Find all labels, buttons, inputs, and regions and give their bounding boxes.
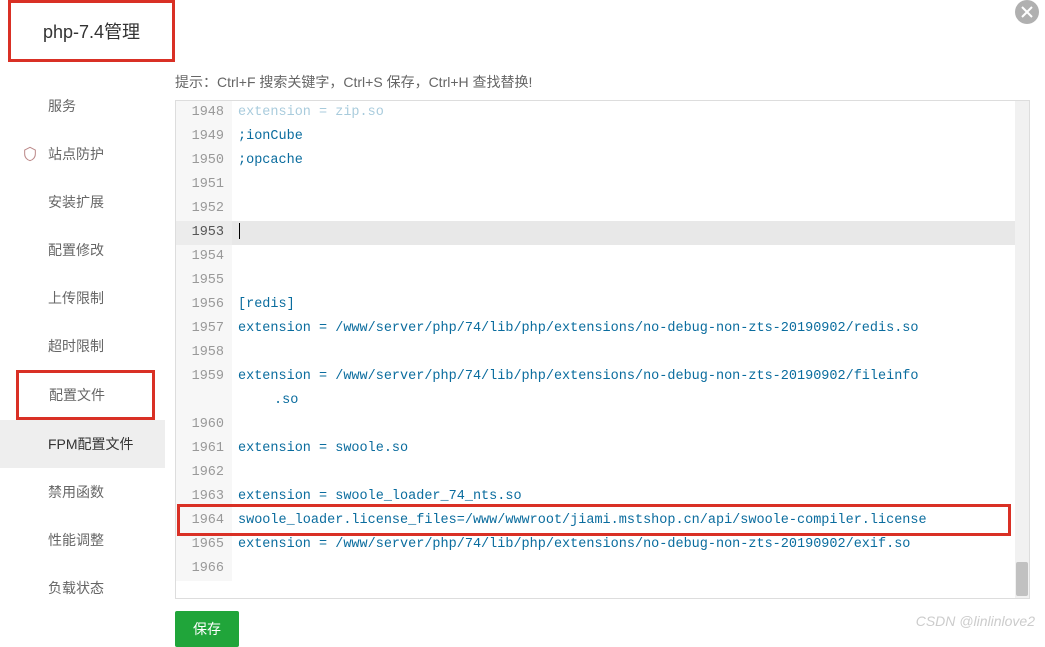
- line-code[interactable]: [232, 557, 1029, 581]
- sidebar-item-label: FPM配置文件: [48, 436, 134, 452]
- sidebar-item-label: 站点防护: [48, 146, 104, 162]
- line-code[interactable]: extension = /www/server/php/74/lib/php/e…: [232, 533, 1029, 557]
- line-code[interactable]: .so: [232, 389, 1029, 413]
- code-line[interactable]: 1959extension = /www/server/php/74/lib/p…: [176, 365, 1029, 389]
- code-line[interactable]: 1964swoole_loader.license_files=/www/www…: [176, 509, 1029, 533]
- code-line[interactable]: 1963extension = swoole_loader_74_nts.so: [176, 485, 1029, 509]
- sidebar-item-label: 性能调整: [48, 532, 104, 548]
- code-line[interactable]: 1966: [176, 557, 1029, 581]
- line-number: 1954: [176, 245, 232, 269]
- scrollbar-thumb[interactable]: [1016, 562, 1028, 596]
- line-code[interactable]: extension = /www/server/php/74/lib/php/e…: [232, 365, 1029, 389]
- line-number: 1950: [176, 149, 232, 173]
- code-line[interactable]: 1965extension = /www/server/php/74/lib/p…: [176, 533, 1029, 557]
- line-number: 1964: [176, 509, 232, 533]
- line-code[interactable]: ;ionCube: [232, 125, 1029, 149]
- sidebar-item-label: 配置修改: [48, 242, 104, 258]
- line-number: [176, 389, 232, 413]
- code-line[interactable]: 1955: [176, 269, 1029, 293]
- line-code[interactable]: extension = swoole_loader_74_nts.so: [232, 485, 1029, 509]
- sidebar-item-site-protect[interactable]: 站点防护: [0, 130, 165, 178]
- sidebar-item-disable-fn[interactable]: 禁用函数: [0, 468, 165, 516]
- code-line[interactable]: 1954: [176, 245, 1029, 269]
- code-line[interactable]: 1961extension = swoole.so: [176, 437, 1029, 461]
- line-code[interactable]: extension = zip.so: [232, 101, 1029, 125]
- sidebar-item-install-ext[interactable]: 安装扩展: [0, 178, 165, 226]
- sidebar-item-load[interactable]: 负载状态: [0, 564, 165, 612]
- line-code[interactable]: extension = /www/server/php/74/lib/php/e…: [232, 317, 1029, 341]
- sidebar-item-label: 超时限制: [48, 338, 104, 354]
- line-code[interactable]: extension = swoole.so: [232, 437, 1029, 461]
- watermark: CSDN @linlinlove2: [916, 613, 1035, 629]
- line-number: 1949: [176, 125, 232, 149]
- sidebar-item-upload-limit[interactable]: 上传限制: [0, 274, 165, 322]
- shield-icon: [22, 146, 38, 162]
- sidebar-item-label: 配置文件: [49, 387, 105, 403]
- hint-text: 提示：Ctrl+F 搜索关键字，Ctrl+S 保存，Ctrl+H 查找替换!: [175, 62, 1030, 100]
- line-number: 1955: [176, 269, 232, 293]
- line-number: 1960: [176, 413, 232, 437]
- sidebar-item-label: 上传限制: [48, 290, 104, 306]
- line-number: 1953: [176, 221, 232, 245]
- line-code[interactable]: swoole_loader.license_files=/www/wwwroot…: [232, 509, 1029, 533]
- line-number: 1951: [176, 173, 232, 197]
- line-code[interactable]: [232, 245, 1029, 269]
- sidebar-item-label: 安装扩展: [48, 194, 104, 210]
- sidebar-item-fpm-config[interactable]: FPM配置文件: [0, 420, 165, 468]
- line-number: 1952: [176, 197, 232, 221]
- line-code[interactable]: ;opcache: [232, 149, 1029, 173]
- code-editor[interactable]: 1948extension = zip.so1949;ionCube1950;o…: [175, 100, 1030, 599]
- line-code[interactable]: [232, 413, 1029, 437]
- sidebar-item-perf[interactable]: 性能调整: [0, 516, 165, 564]
- sidebar-item-label: 负载状态: [48, 580, 104, 596]
- sidebar-item-config-edit[interactable]: 配置修改: [0, 226, 165, 274]
- line-number: 1958: [176, 341, 232, 365]
- line-code[interactable]: [232, 197, 1029, 221]
- code-line[interactable]: 1951: [176, 173, 1029, 197]
- line-number: 1962: [176, 461, 232, 485]
- code-line[interactable]: 1958: [176, 341, 1029, 365]
- sidebar-item-config-file[interactable]: 配置文件: [16, 370, 155, 420]
- code-line[interactable]: 1960: [176, 413, 1029, 437]
- title-annotation-box: php-7.4管理: [8, 0, 175, 62]
- line-number: 1948: [176, 101, 232, 125]
- save-button[interactable]: 保存: [175, 611, 239, 647]
- line-code[interactable]: [232, 461, 1029, 485]
- main-area: 提示：Ctrl+F 搜索关键字，Ctrl+S 保存，Ctrl+H 查找替换! 1…: [165, 62, 1045, 647]
- code-line[interactable]: 1952: [176, 197, 1029, 221]
- code-line[interactable]: 1953: [176, 221, 1029, 245]
- line-code[interactable]: [232, 173, 1029, 197]
- sidebar-item-timeout[interactable]: 超时限制: [0, 322, 165, 370]
- sidebar-item-label: 服务: [48, 98, 76, 114]
- code-line-wrap[interactable]: .so: [176, 389, 1029, 413]
- page-title: php-7.4管理: [23, 8, 160, 54]
- sidebar: 服务 站点防护 安装扩展 配置修改 上传限制 超时限制 配置文件 FPM配置文件…: [0, 62, 165, 647]
- code-line[interactable]: 1949;ionCube: [176, 125, 1029, 149]
- line-code[interactable]: [232, 221, 1029, 245]
- line-code[interactable]: [232, 341, 1029, 365]
- line-number: 1956: [176, 293, 232, 317]
- editor-scrollbar[interactable]: [1015, 101, 1029, 598]
- line-number: 1959: [176, 365, 232, 389]
- sidebar-item-service[interactable]: 服务: [0, 82, 165, 130]
- close-icon[interactable]: [1015, 0, 1039, 24]
- sidebar-item-label: 禁用函数: [48, 484, 104, 500]
- code-line[interactable]: 1950;opcache: [176, 149, 1029, 173]
- line-number: 1961: [176, 437, 232, 461]
- code-line[interactable]: 1962: [176, 461, 1029, 485]
- line-number: 1963: [176, 485, 232, 509]
- text-cursor: [239, 223, 240, 239]
- line-code[interactable]: [232, 269, 1029, 293]
- code-line[interactable]: 1957extension = /www/server/php/74/lib/p…: [176, 317, 1029, 341]
- code-line[interactable]: 1956[redis]: [176, 293, 1029, 317]
- code-line[interactable]: 1948extension = zip.so: [176, 101, 1029, 125]
- line-code[interactable]: [redis]: [232, 293, 1029, 317]
- line-number: 1957: [176, 317, 232, 341]
- line-number: 1966: [176, 557, 232, 581]
- line-number: 1965: [176, 533, 232, 557]
